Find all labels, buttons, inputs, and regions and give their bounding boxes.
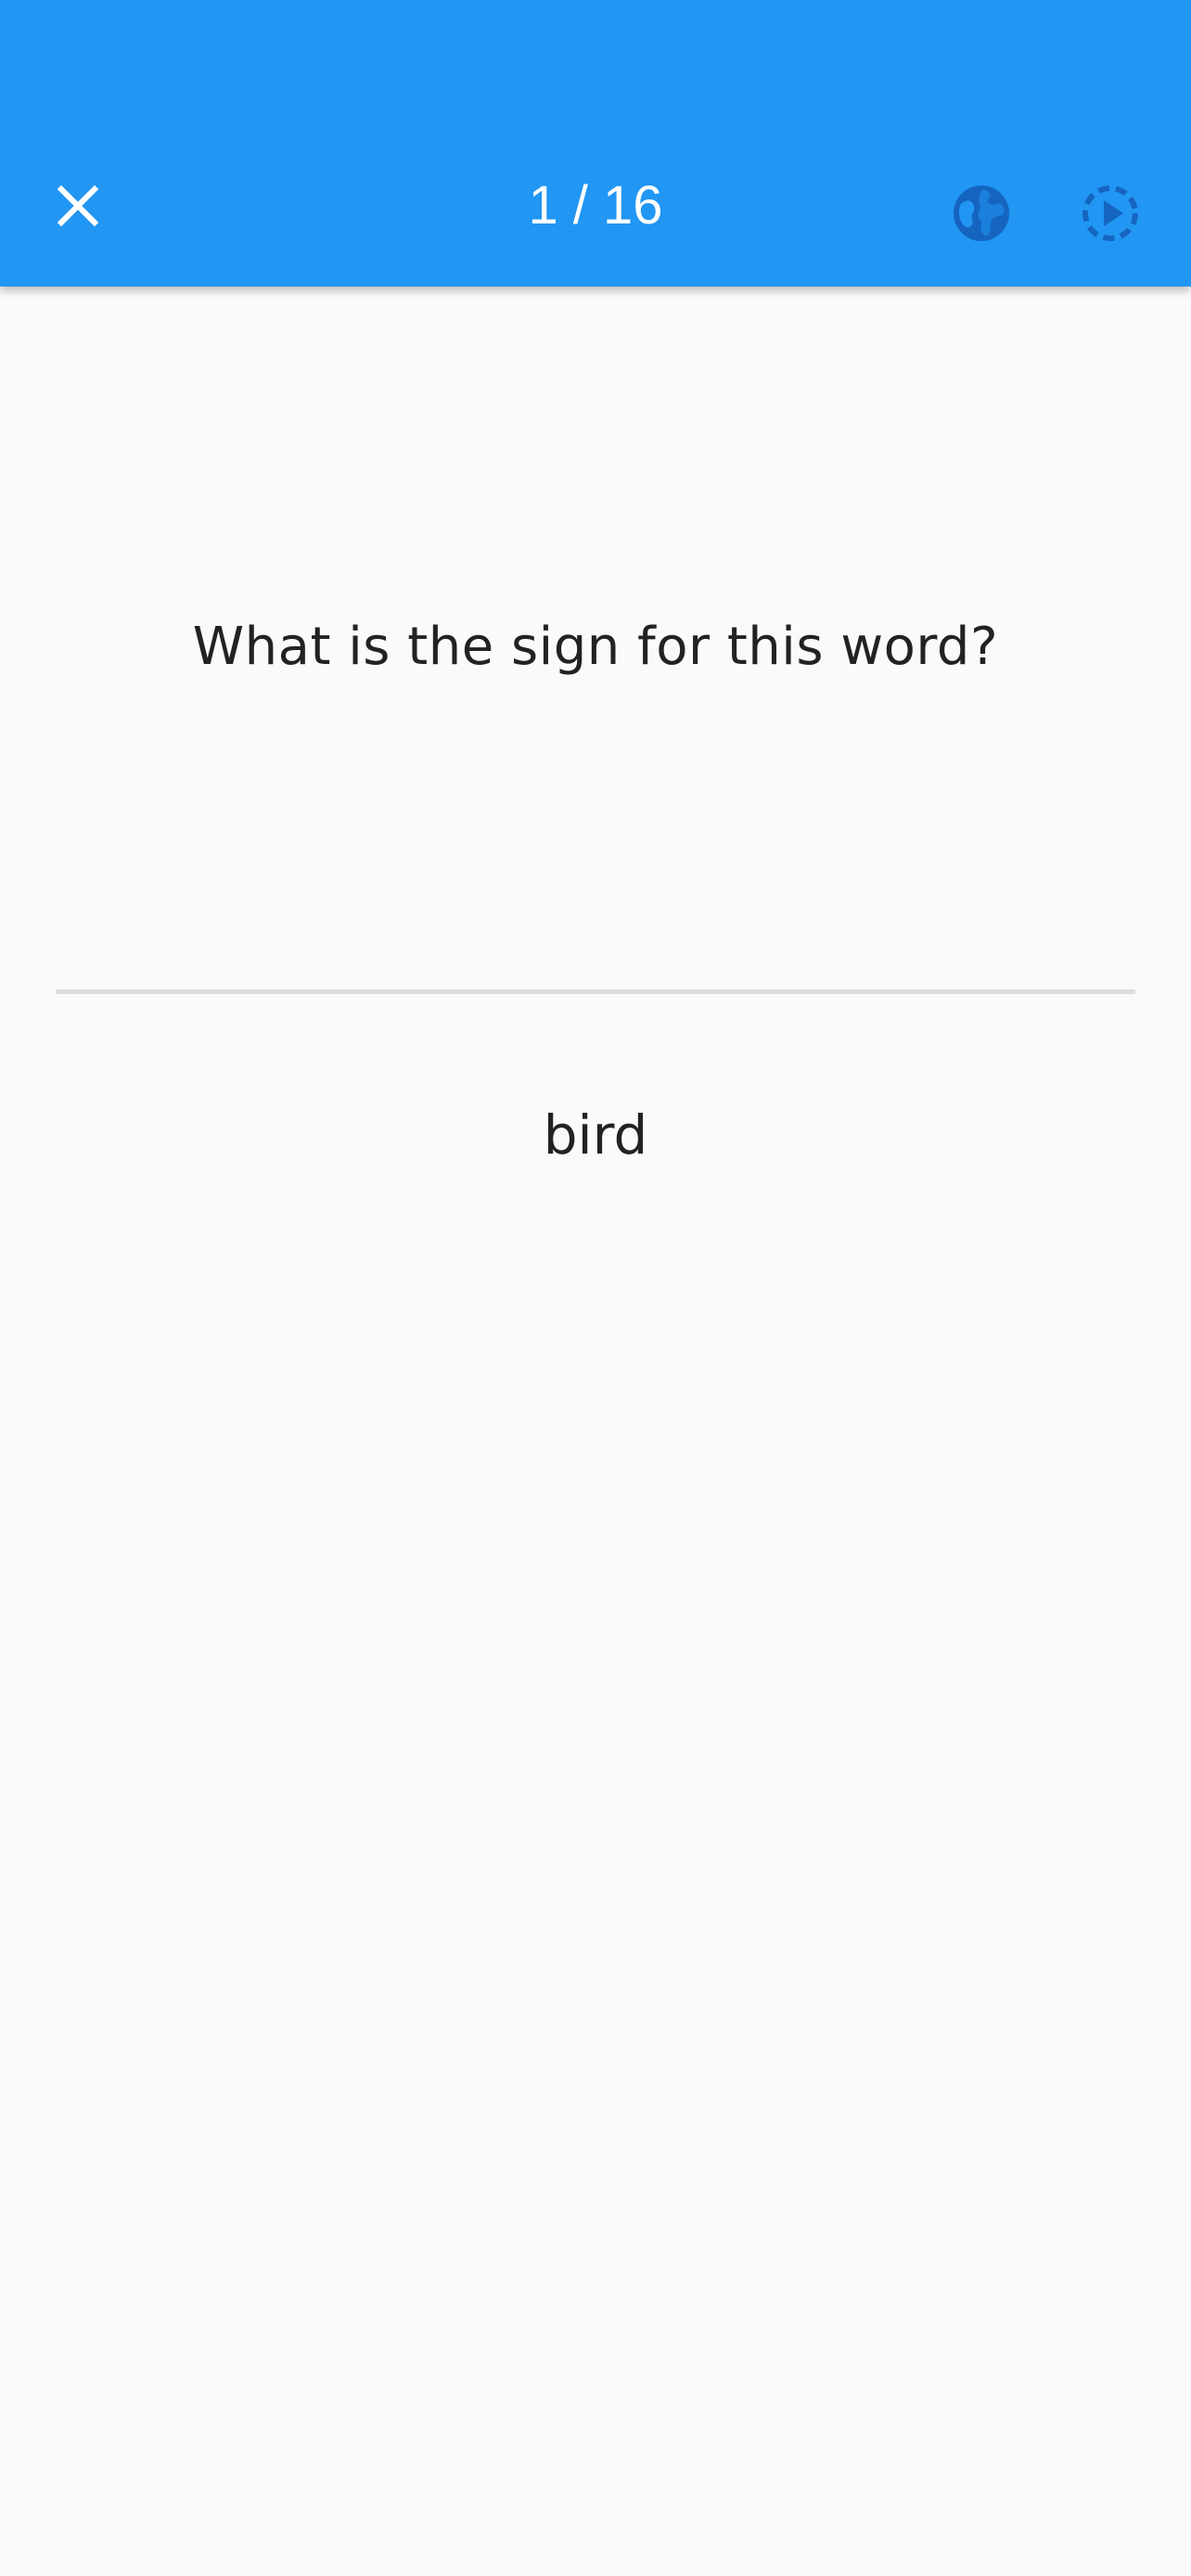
flashcard-screen: 1 / 16 What is the sign for this word? b… — [0, 0, 1191, 2576]
card-divider — [56, 989, 1135, 994]
language-button[interactable] — [942, 174, 1020, 252]
answer-word: bird — [543, 1103, 648, 1167]
app-bar: 1 / 16 — [0, 0, 1191, 287]
globe-icon — [954, 185, 1009, 241]
slideshow-button[interactable] — [1071, 174, 1149, 252]
question-text: What is the sign for this word? — [192, 617, 999, 677]
close-icon — [57, 185, 99, 227]
slideshow-play-icon — [1082, 185, 1138, 241]
close-button[interactable] — [41, 169, 115, 243]
status-bar-fragment — [0, 0, 223, 4]
